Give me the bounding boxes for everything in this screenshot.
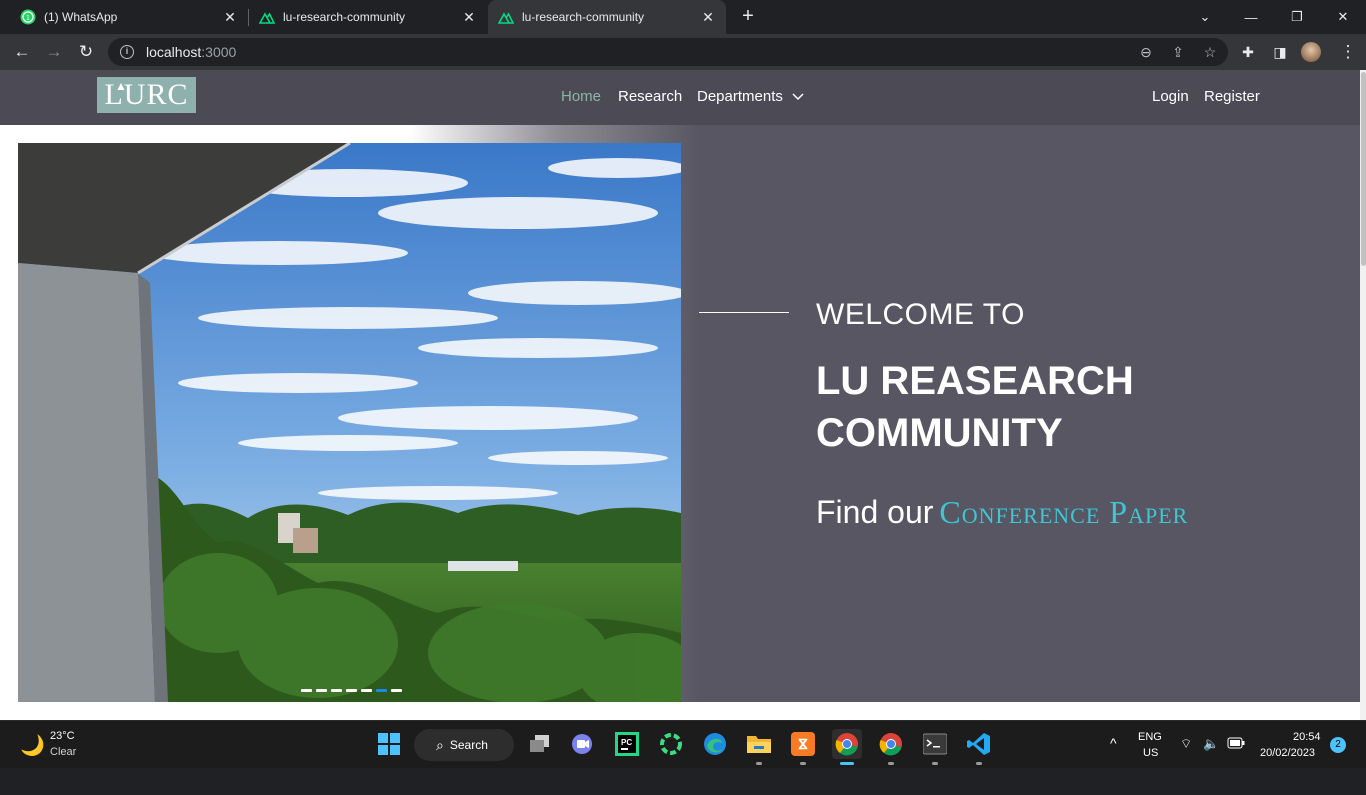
task-view-icon[interactable]: [525, 729, 555, 759]
hero-divider-line: [699, 312, 789, 313]
tab-lu-research-1[interactable]: lu-research-community ✕: [249, 0, 487, 34]
running-indicator: [756, 762, 762, 765]
hero-cta: Find our Conference Paper: [816, 494, 1188, 531]
side-panel-icon[interactable]: ◨: [1266, 38, 1294, 66]
share-icon[interactable]: ⇪: [1168, 44, 1188, 61]
wifi-icon[interactable]: ⌔: [1180, 736, 1192, 784]
search-label: Search: [449, 738, 488, 752]
nuxt-icon: [498, 9, 514, 25]
nav-departments[interactable]: Departments: [697, 88, 804, 105]
carousel-dot[interactable]: [346, 689, 357, 692]
nav-register[interactable]: Register: [1204, 88, 1260, 105]
carousel-dot[interactable]: [301, 689, 312, 692]
weather-description[interactable]: Clear: [50, 746, 76, 758]
url-text: localhost:3000: [146, 44, 237, 60]
running-indicator: [800, 762, 806, 765]
language-bottom[interactable]: US: [1143, 747, 1158, 795]
carousel-dot[interactable]: [316, 689, 327, 692]
search-icon: ⌕: [436, 736, 444, 753]
teams-chat-icon[interactable]: [567, 729, 597, 759]
hero-title: LU REASEARCH COMMUNITY: [816, 359, 1134, 455]
browser-toolbar: ← → ↻ i localhost:3000 ⊖ ⇪ ☆ ✚ ◨ ⋮: [0, 34, 1366, 70]
svg-text:PC: PC: [621, 738, 632, 747]
nav-login[interactable]: Login: [1152, 88, 1189, 105]
profile-avatar[interactable]: [1301, 42, 1321, 62]
bookmark-star-icon[interactable]: ☆: [1200, 44, 1220, 61]
pycharm-icon[interactable]: PC: [612, 729, 642, 759]
nav-research[interactable]: Research: [618, 88, 682, 105]
carousel-dot[interactable]: [391, 689, 402, 692]
back-icon[interactable]: ←: [8, 38, 36, 66]
notification-badge[interactable]: 2: [1330, 737, 1346, 753]
clock-date[interactable]: 20/02/2023: [1260, 747, 1315, 759]
svg-text:ⴵ: ⴵ: [799, 736, 808, 752]
close-tab-icon[interactable]: ✕: [222, 9, 238, 25]
tab-title: (1) WhatsApp: [44, 10, 118, 24]
chrome-icon[interactable]: [832, 729, 862, 759]
green-circle-app-icon[interactable]: [656, 729, 686, 759]
vscode-icon[interactable]: [964, 729, 994, 759]
close-window-icon[interactable]: ✕: [1320, 0, 1366, 34]
windows-taskbar: 🌙 23°C Clear ⌕ Search PC ⴵ ^ ENG US ⌔ 🔈 …: [0, 720, 1366, 768]
landscape-photo: [18, 143, 681, 702]
chrome-profile-icon[interactable]: [876, 729, 906, 759]
whatsapp-icon: 1: [20, 9, 36, 25]
restore-icon[interactable]: ❐: [1274, 0, 1320, 34]
tab-search-icon[interactable]: ⌄: [1182, 0, 1228, 34]
conference-paper-link[interactable]: Conference Paper: [939, 494, 1188, 530]
windows-start-icon[interactable]: [374, 729, 404, 759]
close-tab-icon[interactable]: ✕: [700, 9, 716, 25]
new-tab-icon[interactable]: +: [738, 6, 758, 28]
nuxt-icon: [259, 9, 275, 25]
chevron-up-icon[interactable]: ^: [1110, 735, 1117, 783]
site-navbar: ▲ LURC Home Research Departments Login R…: [0, 70, 1360, 125]
moon-weather-icon[interactable]: 🌙: [20, 733, 45, 758]
running-indicator: [976, 762, 982, 765]
reload-icon[interactable]: ↻: [72, 38, 100, 66]
weather-temperature[interactable]: 23°C: [50, 730, 75, 742]
page-scrollbar[interactable]: [1360, 70, 1366, 720]
graduation-cap-icon: ▲: [115, 79, 128, 93]
running-indicator-active: [840, 762, 854, 765]
running-indicator: [932, 762, 938, 765]
battery-icon[interactable]: [1227, 737, 1245, 785]
hero-welcome-text: WELCOME TO: [816, 298, 1025, 331]
xampp-icon[interactable]: ⴵ: [788, 729, 818, 759]
site-info-icon[interactable]: i: [120, 45, 134, 59]
tab-whatsapp[interactable]: 1 (1) WhatsApp ✕: [0, 0, 248, 34]
menu-icon[interactable]: ⋮: [1334, 38, 1362, 66]
carousel-dot-active[interactable]: [376, 689, 387, 692]
carousel-dot[interactable]: [331, 689, 342, 692]
tab-lu-research-2[interactable]: lu-research-community ✕: [488, 0, 726, 34]
terminal-icon[interactable]: [920, 729, 950, 759]
nav-home[interactable]: Home: [561, 88, 601, 105]
tab-title: lu-research-community: [283, 10, 406, 24]
minimize-icon[interactable]: —: [1228, 0, 1274, 34]
hero-cta-prefix: Find our: [816, 494, 934, 530]
nav-departments-label: Departments: [697, 88, 783, 105]
carousel-indicators: [301, 689, 402, 692]
hero-carousel-image[interactable]: [18, 143, 681, 702]
carousel-dot[interactable]: [361, 689, 372, 692]
web-page: ▲ LURC Home Research Departments Login R…: [0, 70, 1366, 720]
extensions-icon[interactable]: ✚: [1234, 38, 1262, 66]
site-logo[interactable]: ▲ LURC: [97, 77, 196, 113]
clock-time[interactable]: 20:54: [1293, 731, 1321, 743]
running-indicator: [888, 762, 894, 765]
scrollbar-thumb[interactable]: [1361, 72, 1366, 266]
close-tab-icon[interactable]: ✕: [461, 9, 477, 25]
svg-text:1: 1: [26, 15, 30, 22]
tab-strip: 1 (1) WhatsApp ✕ lu-research-community ✕…: [0, 0, 1366, 34]
chevron-down-icon: [792, 93, 804, 101]
zoom-icon[interactable]: ⊖: [1136, 44, 1156, 61]
taskbar-search[interactable]: ⌕ Search: [414, 729, 514, 761]
file-explorer-icon[interactable]: [744, 729, 774, 759]
forward-icon[interactable]: →: [40, 38, 68, 66]
edge-icon[interactable]: [700, 729, 730, 759]
volume-icon[interactable]: 🔈: [1203, 736, 1219, 784]
tab-title: lu-research-community: [522, 10, 645, 24]
hero-bottom-edge: [0, 702, 1360, 720]
address-bar[interactable]: i localhost:3000 ⊖ ⇪ ☆: [108, 38, 1228, 66]
